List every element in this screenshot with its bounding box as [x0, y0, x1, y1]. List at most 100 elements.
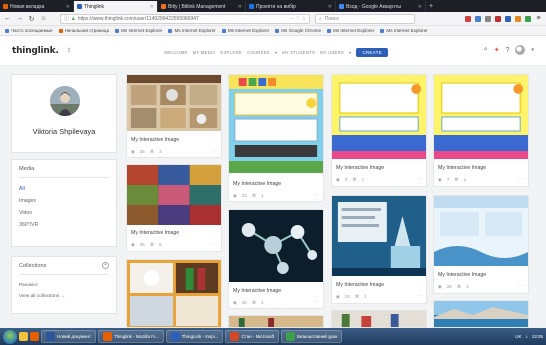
media-card-yellow-board-2[interactable]: My Interactive Image ◉ 7 ⌘ 1 ··· — [433, 74, 529, 187]
media-card-kitchen[interactable]: My Interactive Image ◉ 26 ⌘ 3 ··· — [126, 74, 222, 158]
thinglink-logo[interactable]: thinglink. — [12, 46, 59, 56]
media-card-yellow-board[interactable]: My Interactive Image ◉ 3 ⌘ 1 ··· — [331, 74, 427, 187]
download-icon[interactable] — [465, 15, 471, 22]
profile-avatar[interactable] — [50, 86, 80, 116]
bookmark-item[interactable]: Часто посещаемые — [5, 28, 53, 33]
media-card-coast[interactable] — [433, 300, 529, 328]
sidebar-icon[interactable] — [485, 15, 491, 22]
browser-tab-new-tab[interactable]: Новая вкладка ✕ — [0, 1, 74, 12]
more-options-icon[interactable]: ··· — [212, 148, 217, 154]
reload-icon[interactable]: ↻ — [28, 15, 35, 23]
close-icon[interactable]: ✕ — [418, 4, 422, 10]
speaker-icon[interactable]: ♪ — [525, 334, 527, 339]
library-icon[interactable] — [475, 15, 481, 22]
eye-icon: ◉ — [438, 177, 442, 182]
rocket-icon[interactable]: ✦ — [494, 46, 500, 54]
start-button[interactable] — [3, 329, 17, 344]
more-options-icon[interactable]: ··· — [314, 299, 319, 305]
more-options-icon[interactable]: ··· — [417, 293, 422, 299]
create-button[interactable]: CREATE — [356, 48, 388, 57]
nav-my-media[interactable]: MY MEDIA — [193, 50, 216, 55]
taskbar-item[interactable]: Безкоштовний урок — [280, 330, 343, 343]
media-card-products[interactable] — [331, 310, 427, 328]
close-icon[interactable]: ✕ — [66, 4, 70, 10]
bookmark-label: Начальная страница — [64, 28, 110, 33]
header-icons: ⌕ ✦ ? ▾ — [484, 45, 534, 55]
close-icon[interactable]: ✕ — [150, 4, 154, 10]
chevron-down-icon[interactable]: ▾ — [275, 50, 277, 56]
explorer-icon[interactable] — [19, 332, 28, 341]
firefox-icon[interactable] — [30, 332, 39, 341]
extension-orange-icon[interactable] — [515, 15, 521, 22]
back-arrow-icon[interactable]: ← — [4, 15, 11, 22]
more-options-icon[interactable]: ··· — [519, 283, 524, 289]
bookmark-item[interactable]: Ms Google Chrome — [275, 28, 321, 33]
eye-icon: ◉ — [233, 300, 237, 305]
browser-search-box[interactable]: ⌕ Поиск — [315, 13, 415, 24]
extension-green-icon[interactable] — [525, 15, 531, 22]
bookmark-item[interactable]: Ms Internet Explorer — [168, 28, 216, 33]
system-tray: UK ♪ 13:05 — [515, 334, 543, 339]
close-icon[interactable]: ✕ — [238, 4, 242, 10]
media-card-lab[interactable]: My Interactive Image ◉ 24 ⌘ 1 ··· — [331, 195, 427, 304]
nav-explore[interactable]: EXPLORE — [220, 50, 242, 55]
views-count: 36 — [139, 242, 145, 247]
more-options-icon[interactable]: ··· — [314, 192, 319, 198]
collection-item[interactable]: Ранокінт — [19, 280, 109, 291]
media-filter-all[interactable]: All — [19, 183, 109, 195]
nav-welcome[interactable]: WELCOME — [164, 50, 188, 55]
search-icon[interactable]: ⌕ — [484, 46, 488, 54]
help-icon[interactable]: ? — [506, 47, 510, 54]
address-bar[interactable]: ⓘ 🔒︎ https://www.thinglink.com/user/1149… — [60, 13, 310, 24]
media-card-water-map[interactable]: My Interactive Image ◉ 26 ⌘ 3 ··· — [433, 195, 529, 294]
powerpoint-icon — [230, 332, 240, 341]
browser-tab-google-login[interactable]: Вход - Google Аккаунты ✕ — [336, 1, 426, 12]
extension-blue-icon[interactable] — [505, 15, 511, 22]
extension-t-icon[interactable] — [495, 15, 501, 22]
media-filter-images[interactable]: Images — [19, 195, 109, 207]
browser-tab-bitly[interactable]: Bitly | Bitlink Management ✕ — [158, 1, 246, 12]
taskbar-item[interactable]: ThingLink - Inspi... — [165, 330, 224, 343]
media-card-bottles[interactable] — [228, 315, 324, 328]
user-avatar[interactable] — [515, 45, 526, 55]
lock-icon: 🔒︎ — [72, 15, 75, 22]
home-icon[interactable]: ⌂ — [40, 15, 47, 22]
view-all-collections-link[interactable]: View all collections → — [19, 291, 109, 302]
views-count: 26 — [139, 149, 145, 154]
bookmark-item[interactable]: Ms Internet Explorer — [380, 28, 428, 33]
page-actions-icons[interactable]: ··· ♡ ☆ — [289, 16, 306, 22]
more-options-icon[interactable]: ··· — [212, 241, 217, 247]
taskbar-item[interactable]: Стан - Microsoft — [225, 330, 279, 343]
info-icon[interactable]: ⓘ — [64, 15, 69, 22]
browser-tab-label: Thinglink — [84, 3, 105, 10]
close-icon[interactable]: ✕ — [328, 4, 332, 10]
more-options-icon[interactable]: ··· — [519, 176, 524, 182]
new-tab-button[interactable]: + — [426, 1, 436, 12]
menu-hamburger-icon[interactable]: ≡ — [535, 15, 542, 22]
browser-tab-thinglink[interactable]: Thinglink ✕ — [74, 1, 158, 12]
media-filter-video[interactable]: Video — [19, 207, 109, 219]
forward-arrow-icon[interactable]: → — [16, 15, 23, 22]
upload-icon[interactable]: ⇪ — [67, 47, 72, 54]
media-card-household[interactable] — [126, 259, 222, 328]
bookmark-item[interactable]: Начальная страница — [58, 28, 110, 33]
nav-my-users[interactable]: MY USERS — [320, 50, 344, 55]
chevron-down-icon[interactable]: ▾ — [349, 50, 351, 56]
taskbar-item[interactable]: Thinglink - Mozilla Fi... — [97, 330, 164, 343]
media-filter-360-vr[interactable]: 360°/VR — [19, 219, 109, 231]
language-indicator[interactable]: UK — [515, 334, 521, 339]
bookmark-item[interactable]: Ms Internet Explorer — [115, 28, 162, 33]
bookmark-item[interactable]: Ms Internet Explorer — [221, 28, 269, 33]
browser-tab-projects[interactable]: Проекти на вибір ✕ — [246, 1, 336, 12]
bookmark-item[interactable]: Ms Internet Explorer — [327, 28, 374, 33]
nav-my-students[interactable]: MY STUDENTS — [282, 50, 315, 55]
media-card-collage[interactable]: My Interactive Image ◉ 36 ⌘ 6 ··· — [126, 164, 222, 252]
add-collection-button[interactable]: + — [102, 262, 109, 269]
more-options-icon[interactable]: ··· — [417, 176, 422, 182]
nav-courses[interactable]: COURSES — [247, 50, 270, 55]
taskbar-item[interactable]: Новий документ — [41, 330, 96, 343]
media-card-molecule[interactable]: My Interactive Image ◉ 25 ⌘ 1 ··· — [228, 209, 324, 309]
clock[interactable]: 13:05 — [532, 334, 543, 339]
chevron-down-icon[interactable]: ▾ — [531, 47, 534, 53]
media-card-colorful-board[interactable]: My Interactive Image ◉ 23 ⌘ 1 ··· — [228, 74, 324, 202]
